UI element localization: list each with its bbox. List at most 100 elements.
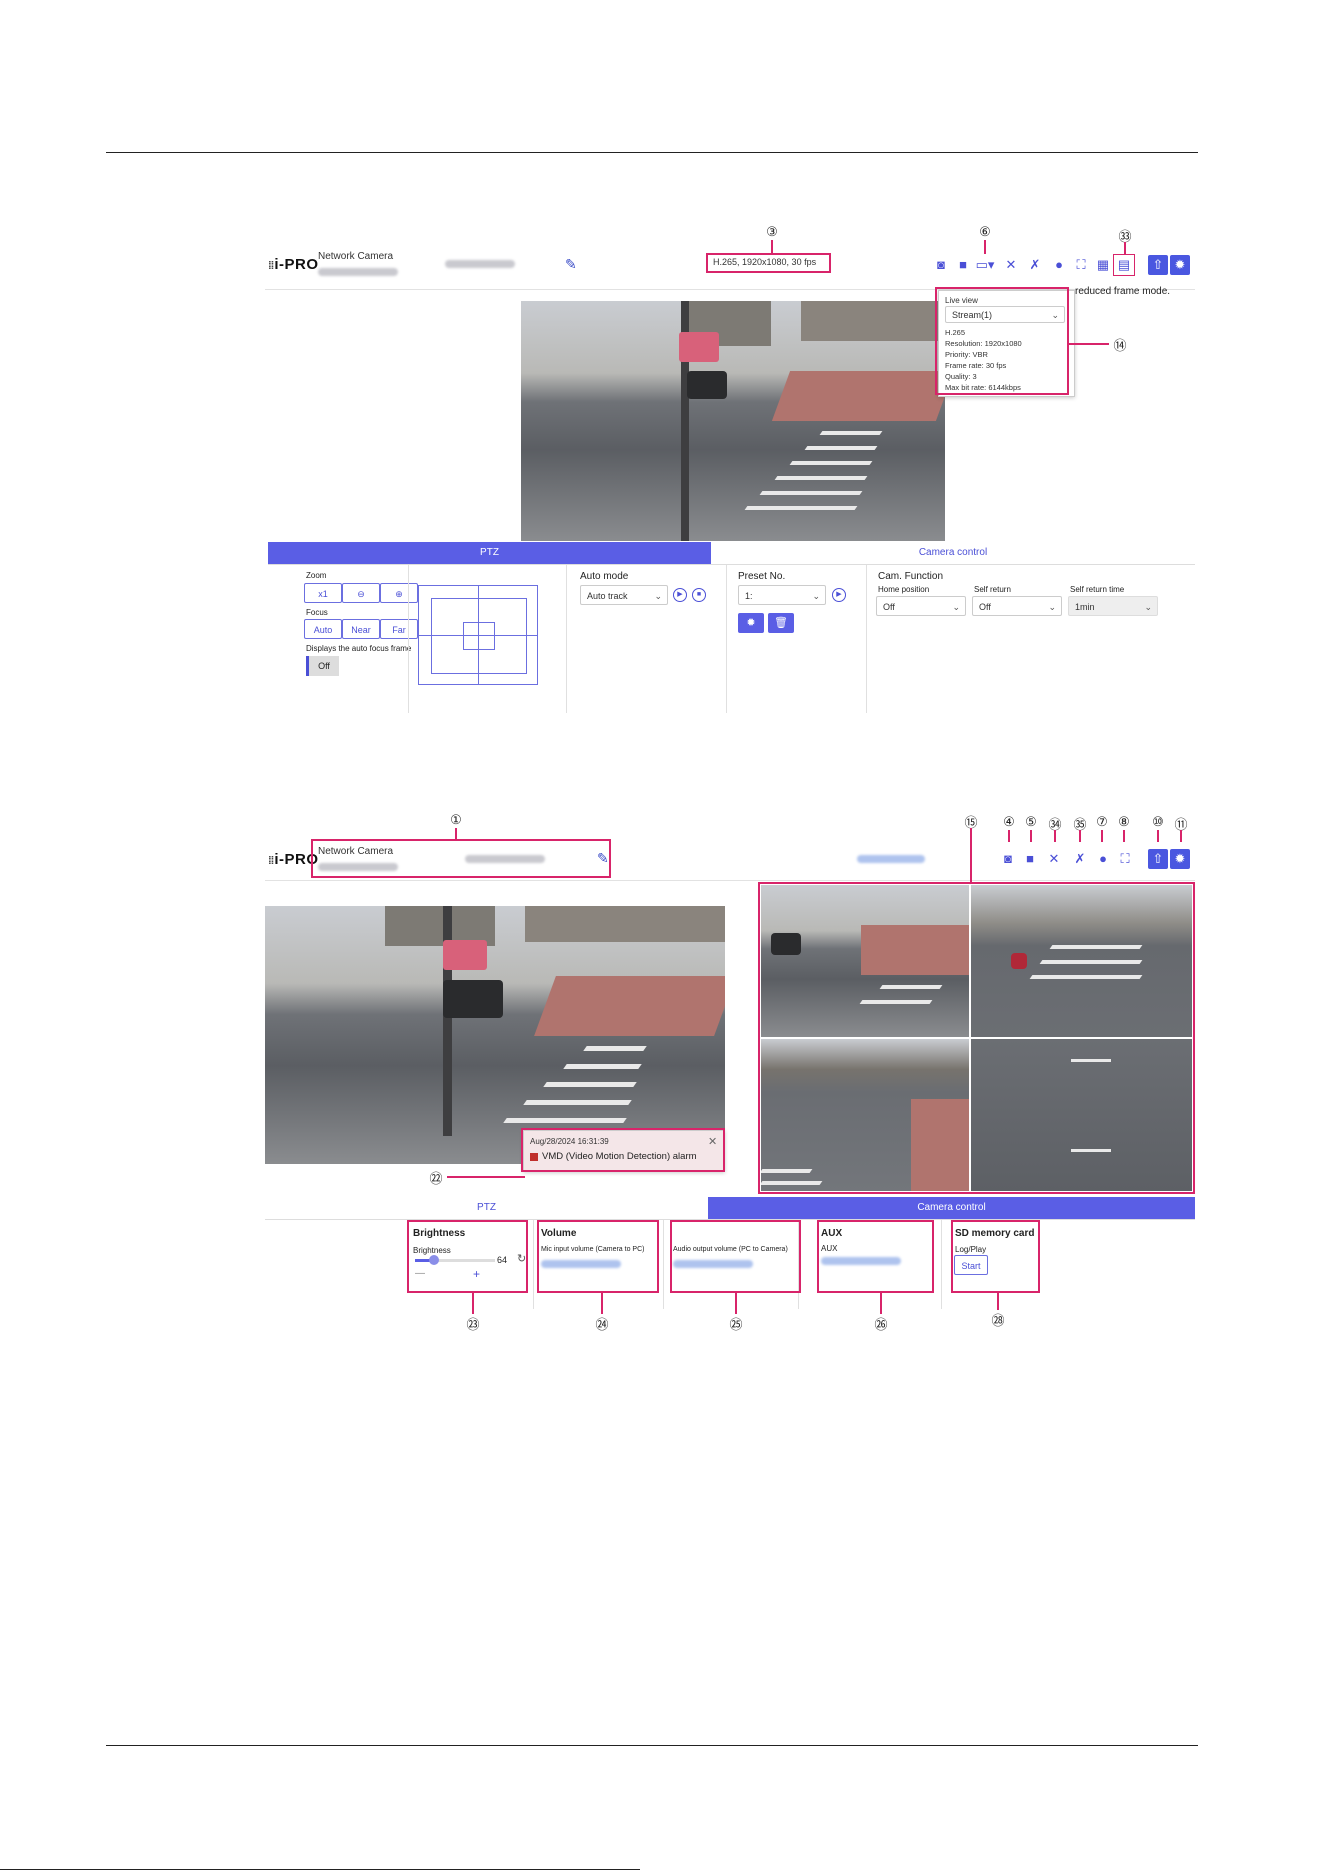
leader-24 bbox=[601, 1293, 603, 1314]
leader-26 bbox=[880, 1293, 882, 1314]
callout-4: ④ bbox=[1003, 814, 1015, 829]
leader-7 bbox=[1101, 830, 1103, 842]
zoom-x1-button[interactable]: x1 bbox=[304, 583, 342, 603]
brightness-highlight bbox=[407, 1220, 528, 1293]
leader-28 bbox=[997, 1293, 999, 1310]
ptz-control-pad[interactable] bbox=[418, 585, 538, 685]
ptz-panel: Zoom x1 ⊖ ⊕ Focus Auto Near Far Displays… bbox=[268, 564, 1195, 713]
leader-1 bbox=[455, 828, 457, 840]
aux-highlight bbox=[817, 1220, 934, 1293]
camera-title-blurred bbox=[445, 260, 515, 268]
camera-link-blurred[interactable] bbox=[857, 855, 925, 863]
leader-5 bbox=[1030, 830, 1032, 842]
product-name: Network Camera bbox=[318, 251, 394, 262]
camera-icon[interactable]: ◙ bbox=[931, 255, 951, 275]
leader-4 bbox=[1008, 830, 1010, 842]
speaker-mute-icon[interactable]: ✕ bbox=[1044, 849, 1064, 869]
tab-camera-control[interactable]: Camera control bbox=[711, 542, 1195, 564]
footer-rule bbox=[106, 1745, 1198, 1746]
leader-11 bbox=[1180, 830, 1182, 842]
live-icon[interactable]: ⇧ bbox=[1148, 849, 1168, 869]
stream-menu-icon[interactable]: ▭▾ bbox=[975, 255, 995, 275]
auto-mode-stop-icon[interactable]: ■ bbox=[692, 588, 706, 602]
callout-8: ⑧ bbox=[1118, 814, 1130, 829]
callout-3: ③ bbox=[766, 224, 778, 239]
fullscreen-icon[interactable]: ⛶ bbox=[1115, 849, 1135, 869]
zoom-label: Zoom bbox=[306, 571, 327, 580]
preset-go-icon[interactable]: ▶ bbox=[832, 588, 846, 602]
preset-delete-icon[interactable]: 🗑 bbox=[768, 613, 794, 633]
leader-3 bbox=[771, 240, 773, 254]
title-area-highlight bbox=[311, 839, 611, 878]
zoom-out-button[interactable]: ⊖ bbox=[342, 583, 380, 603]
footnote-rule bbox=[0, 1869, 640, 1870]
sd-card-icon[interactable]: ▤ bbox=[1114, 255, 1134, 275]
self-return-select[interactable]: Off ⌄ bbox=[972, 596, 1062, 616]
leader-35 bbox=[1079, 830, 1081, 842]
callout-5: ⑤ bbox=[1025, 814, 1037, 829]
preset-label: Preset No. bbox=[738, 571, 786, 582]
self-return-label: Self return bbox=[974, 585, 1011, 594]
camera-icon[interactable]: ◙ bbox=[998, 849, 1018, 869]
grid-icon[interactable]: ▦ bbox=[1093, 255, 1113, 275]
ipro-logo: ⁞⁞i-PRO bbox=[268, 256, 319, 273]
top-header-bar: ⁞⁞i-PRO Network Camera ✎ H.265, 1920x108… bbox=[265, 242, 1195, 290]
af-frame-toggle[interactable]: Off bbox=[306, 656, 339, 676]
main-camera-image bbox=[265, 906, 725, 1164]
mic-mute-icon[interactable]: ✗ bbox=[1070, 849, 1090, 869]
home-position-label: Home position bbox=[878, 585, 930, 594]
callout-7: ⑦ bbox=[1096, 814, 1108, 829]
preset-settings-icon[interactable]: ✹ bbox=[738, 613, 764, 633]
preset-select[interactable]: 1: ⌄ bbox=[738, 585, 826, 605]
callout-14: ⑭ bbox=[1113, 338, 1127, 353]
video-icon[interactable]: ■ bbox=[953, 255, 973, 275]
speaker-mute-icon[interactable]: ✕ bbox=[1001, 255, 1021, 275]
leader-25 bbox=[735, 1293, 737, 1314]
fullscreen-icon[interactable]: ⛶ bbox=[1071, 255, 1091, 275]
quad-view-top-right bbox=[971, 885, 1192, 1037]
quad-view-top-left bbox=[761, 885, 969, 1037]
focus-near-button[interactable]: Near bbox=[342, 619, 380, 639]
mic-mute-icon[interactable]: ✗ bbox=[1025, 255, 1045, 275]
help-icon[interactable]: ● bbox=[1049, 255, 1069, 275]
settings-icon[interactable]: ✹ bbox=[1170, 849, 1190, 869]
mic-volume-highlight bbox=[537, 1220, 659, 1293]
tab-ptz[interactable]: PTZ bbox=[265, 1197, 708, 1219]
auto-mode-select[interactable]: Auto track ⌄ bbox=[580, 585, 668, 605]
live-view-highlight bbox=[935, 287, 1069, 395]
self-return-time-label: Self return time bbox=[1070, 585, 1125, 594]
auto-mode-label: Auto mode bbox=[580, 571, 629, 582]
callout-10: ⑩ bbox=[1152, 814, 1164, 829]
leader-23 bbox=[472, 1293, 474, 1314]
callout-24: ㉔ bbox=[595, 1317, 609, 1332]
callout-6: ⑥ bbox=[979, 224, 991, 239]
auto-mode-start-icon[interactable]: ▶ bbox=[673, 588, 687, 602]
live-icon[interactable]: ⇧ bbox=[1148, 255, 1168, 275]
stream-info: H.265, 1920x1080, 30 fps bbox=[713, 257, 817, 267]
alarm-highlight bbox=[521, 1128, 725, 1172]
cam-function-label: Cam. Function bbox=[878, 571, 944, 582]
zoom-in-button[interactable]: ⊕ bbox=[380, 583, 418, 603]
home-position-select[interactable]: Off ⌄ bbox=[876, 596, 966, 616]
edit-title-pencil-icon[interactable]: ✎ bbox=[565, 256, 577, 273]
callout-23: ㉓ bbox=[466, 1317, 480, 1332]
camera-image bbox=[521, 301, 945, 541]
help-icon[interactable]: ● bbox=[1093, 849, 1113, 869]
sd-highlight bbox=[951, 1220, 1040, 1293]
video-icon[interactable]: ■ bbox=[1020, 849, 1040, 869]
top-screenshot: ⁞⁞i-PRO Network Camera ✎ H.265, 1920x108… bbox=[265, 242, 1195, 713]
callout-28: ㉘ bbox=[991, 1313, 1005, 1328]
callout-1: ① bbox=[450, 812, 462, 827]
leader-22 bbox=[447, 1176, 525, 1178]
quad-view-bottom-left bbox=[761, 1039, 969, 1191]
tab-camera-control[interactable]: Camera control bbox=[708, 1197, 1195, 1219]
side-note: reduced frame mode. bbox=[1075, 286, 1171, 297]
settings-icon[interactable]: ✹ bbox=[1170, 255, 1190, 275]
focus-far-button[interactable]: Far bbox=[380, 619, 418, 639]
header-rule bbox=[106, 152, 1198, 153]
leader-34 bbox=[1054, 830, 1056, 842]
focus-auto-button[interactable]: Auto bbox=[304, 619, 342, 639]
tab-ptz[interactable]: PTZ bbox=[268, 542, 711, 564]
callout-22: ㉒ bbox=[429, 1171, 443, 1186]
self-return-time-select[interactable]: 1min ⌄ bbox=[1068, 596, 1158, 616]
